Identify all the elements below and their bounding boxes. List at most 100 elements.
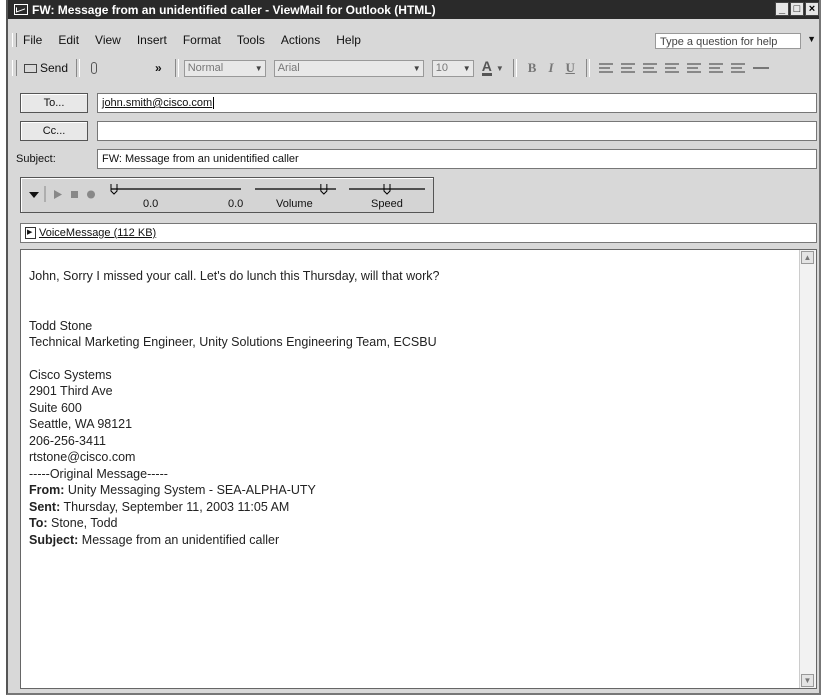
original-from: From: Unity Messaging System - SEA-ALPHA… bbox=[29, 482, 796, 499]
original-to-value: Stone, Todd bbox=[51, 516, 118, 530]
window-title: FW: Message from an unidentified caller … bbox=[32, 2, 436, 17]
subject-row: Subject: FW: Message from an unidentifie… bbox=[8, 148, 819, 170]
to-row: To... john.smith@cisco.com bbox=[8, 92, 819, 114]
italic-icon[interactable]: I bbox=[548, 60, 553, 76]
original-to: To: Stone, Todd bbox=[29, 515, 796, 532]
font-color-icon[interactable]: A bbox=[481, 59, 492, 76]
duration-readout: 0.0 bbox=[228, 198, 244, 210]
cc-row: Cc... bbox=[8, 120, 819, 142]
bold-icon[interactable]: B bbox=[528, 60, 537, 76]
menu-insert[interactable]: Insert bbox=[137, 33, 167, 47]
address-phone: 206-256-3411 bbox=[29, 433, 106, 448]
bullet-list-icon[interactable] bbox=[686, 63, 701, 73]
volume-label: Volume bbox=[276, 198, 313, 210]
envelope-icon bbox=[14, 4, 28, 15]
font-size-select[interactable]: 10 ▼ bbox=[431, 59, 474, 77]
ask-dropdown-icon[interactable]: ▼ bbox=[807, 34, 816, 44]
toolbar-separator bbox=[174, 59, 179, 77]
original-sent: Sent: Thursday, September 11, 2003 11:05… bbox=[29, 499, 796, 516]
style-select[interactable]: Normal ▼ bbox=[183, 59, 266, 77]
attachment-bar: VoiceMessage (112 KB) bbox=[20, 223, 817, 243]
toolbar-separator bbox=[512, 59, 517, 77]
menu-file[interactable]: File bbox=[23, 33, 42, 47]
paperclip-icon[interactable] bbox=[91, 62, 98, 74]
chevron-down-icon: ▼ bbox=[462, 63, 471, 73]
chevron-down-icon: ▼ bbox=[254, 63, 263, 73]
original-subject-value: Message from an unidentified caller bbox=[81, 532, 280, 547]
menu-edit[interactable]: Edit bbox=[58, 33, 79, 47]
decrease-indent-icon[interactable] bbox=[708, 63, 723, 73]
send-label: Send bbox=[40, 61, 69, 75]
menu-help[interactable]: Help bbox=[336, 33, 361, 47]
cc-field[interactable] bbox=[97, 121, 817, 141]
position-readout: 0.0 bbox=[143, 198, 159, 210]
minimize-button[interactable]: _ bbox=[775, 2, 789, 16]
signature-title: Technical Marketing Engineer, Unity Solu… bbox=[29, 335, 437, 349]
toolbar-grip bbox=[12, 60, 17, 76]
underline-icon[interactable]: U bbox=[566, 60, 575, 76]
message-body[interactable]: John, Sorry I missed your call. Let's do… bbox=[20, 249, 817, 689]
original-to-label: To: bbox=[29, 516, 48, 530]
address-suite: Suite 600 bbox=[29, 400, 82, 415]
align-left-icon[interactable] bbox=[598, 63, 613, 73]
scroll-up-icon[interactable]: ▲ bbox=[801, 251, 814, 264]
to-value: john.smith@cisco.com bbox=[102, 97, 213, 109]
address-city: Seattle, WA 98121 bbox=[29, 417, 133, 431]
formatting-toolbar: Send » Normal ▼ Arial ▼ 10 ▼ A ▼ B I U bbox=[8, 56, 819, 80]
subject-label: Subject: bbox=[16, 153, 56, 165]
to-field[interactable]: john.smith@cisco.com bbox=[97, 93, 817, 113]
signature-name: Todd Stone bbox=[29, 318, 93, 333]
menu-format[interactable]: Format bbox=[183, 33, 221, 47]
toolbar-separator bbox=[585, 59, 590, 77]
attachment-link[interactable]: VoiceMessage (112 KB) bbox=[39, 227, 156, 239]
send-icon bbox=[24, 63, 37, 73]
greeting-line: John, Sorry I missed your call. Let's do… bbox=[29, 269, 440, 283]
send-button[interactable]: Send bbox=[21, 60, 71, 76]
message-text: John, Sorry I missed your call. Let's do… bbox=[29, 268, 796, 548]
compose-window: FW: Message from an unidentified caller … bbox=[6, 0, 821, 695]
menu-tools[interactable]: Tools bbox=[237, 33, 265, 47]
address-company: Cisco Systems bbox=[29, 367, 112, 382]
font-select[interactable]: Arial ▼ bbox=[273, 59, 424, 77]
speed-label: Speed bbox=[371, 198, 403, 210]
style-value: Normal bbox=[187, 62, 224, 74]
scroll-down-icon[interactable]: ▼ bbox=[801, 674, 814, 687]
attachment-icon bbox=[25, 227, 36, 239]
close-button[interactable]: × bbox=[805, 2, 819, 16]
play-icon bbox=[54, 190, 62, 199]
chevron-down-icon: ▼ bbox=[412, 63, 421, 73]
original-sent-value: Thursday, September 11, 2003 11:05 AM bbox=[63, 499, 290, 514]
align-center-icon[interactable] bbox=[620, 63, 635, 73]
original-sent-label: Sent: bbox=[29, 499, 61, 514]
horizontal-line-icon[interactable] bbox=[752, 67, 769, 69]
maximize-button[interactable]: □ bbox=[790, 2, 804, 16]
original-from-value: Unity Messaging System - SEA-ALPHA-UTY bbox=[67, 483, 316, 497]
vertical-scrollbar[interactable]: ▲ ▼ bbox=[799, 250, 816, 688]
stop-icon bbox=[71, 191, 78, 198]
numbered-list-icon[interactable] bbox=[664, 63, 679, 73]
original-separator: -----Original Message----- bbox=[29, 466, 168, 481]
original-from-label: From: bbox=[29, 483, 65, 497]
toolbar-separator bbox=[76, 59, 81, 77]
menu-grip bbox=[12, 33, 17, 47]
menu-actions[interactable]: Actions bbox=[281, 33, 320, 47]
title-bar: FW: Message from an unidentified caller … bbox=[8, 0, 819, 19]
toolbar-overflow-chevron[interactable]: » bbox=[155, 61, 162, 75]
address-street: 2901 Third Ave bbox=[29, 384, 113, 398]
increase-indent-icon[interactable] bbox=[730, 63, 745, 73]
subject-field[interactable]: FW: Message from an unidentified caller bbox=[97, 149, 817, 169]
align-right-icon[interactable] bbox=[642, 63, 657, 73]
original-subject: Subject: Message from an unidentified ca… bbox=[29, 532, 796, 549]
to-button[interactable]: To... bbox=[20, 93, 88, 113]
menu-triangle-icon bbox=[29, 192, 39, 198]
ask-question-input[interactable]: Type a question for help bbox=[655, 33, 801, 49]
voice-player: 0.0 0.0 Volume Speed bbox=[20, 177, 434, 213]
address-email: rtstone@cisco.com bbox=[29, 450, 136, 464]
record-icon bbox=[87, 190, 95, 199]
menu-view[interactable]: View bbox=[95, 33, 121, 47]
font-size-value: 10 bbox=[435, 62, 448, 74]
original-subject-label: Subject: bbox=[29, 532, 79, 547]
font-color-dropdown-icon[interactable]: ▼ bbox=[496, 64, 504, 73]
font-value: Arial bbox=[277, 62, 300, 74]
cc-button[interactable]: Cc... bbox=[20, 121, 88, 141]
